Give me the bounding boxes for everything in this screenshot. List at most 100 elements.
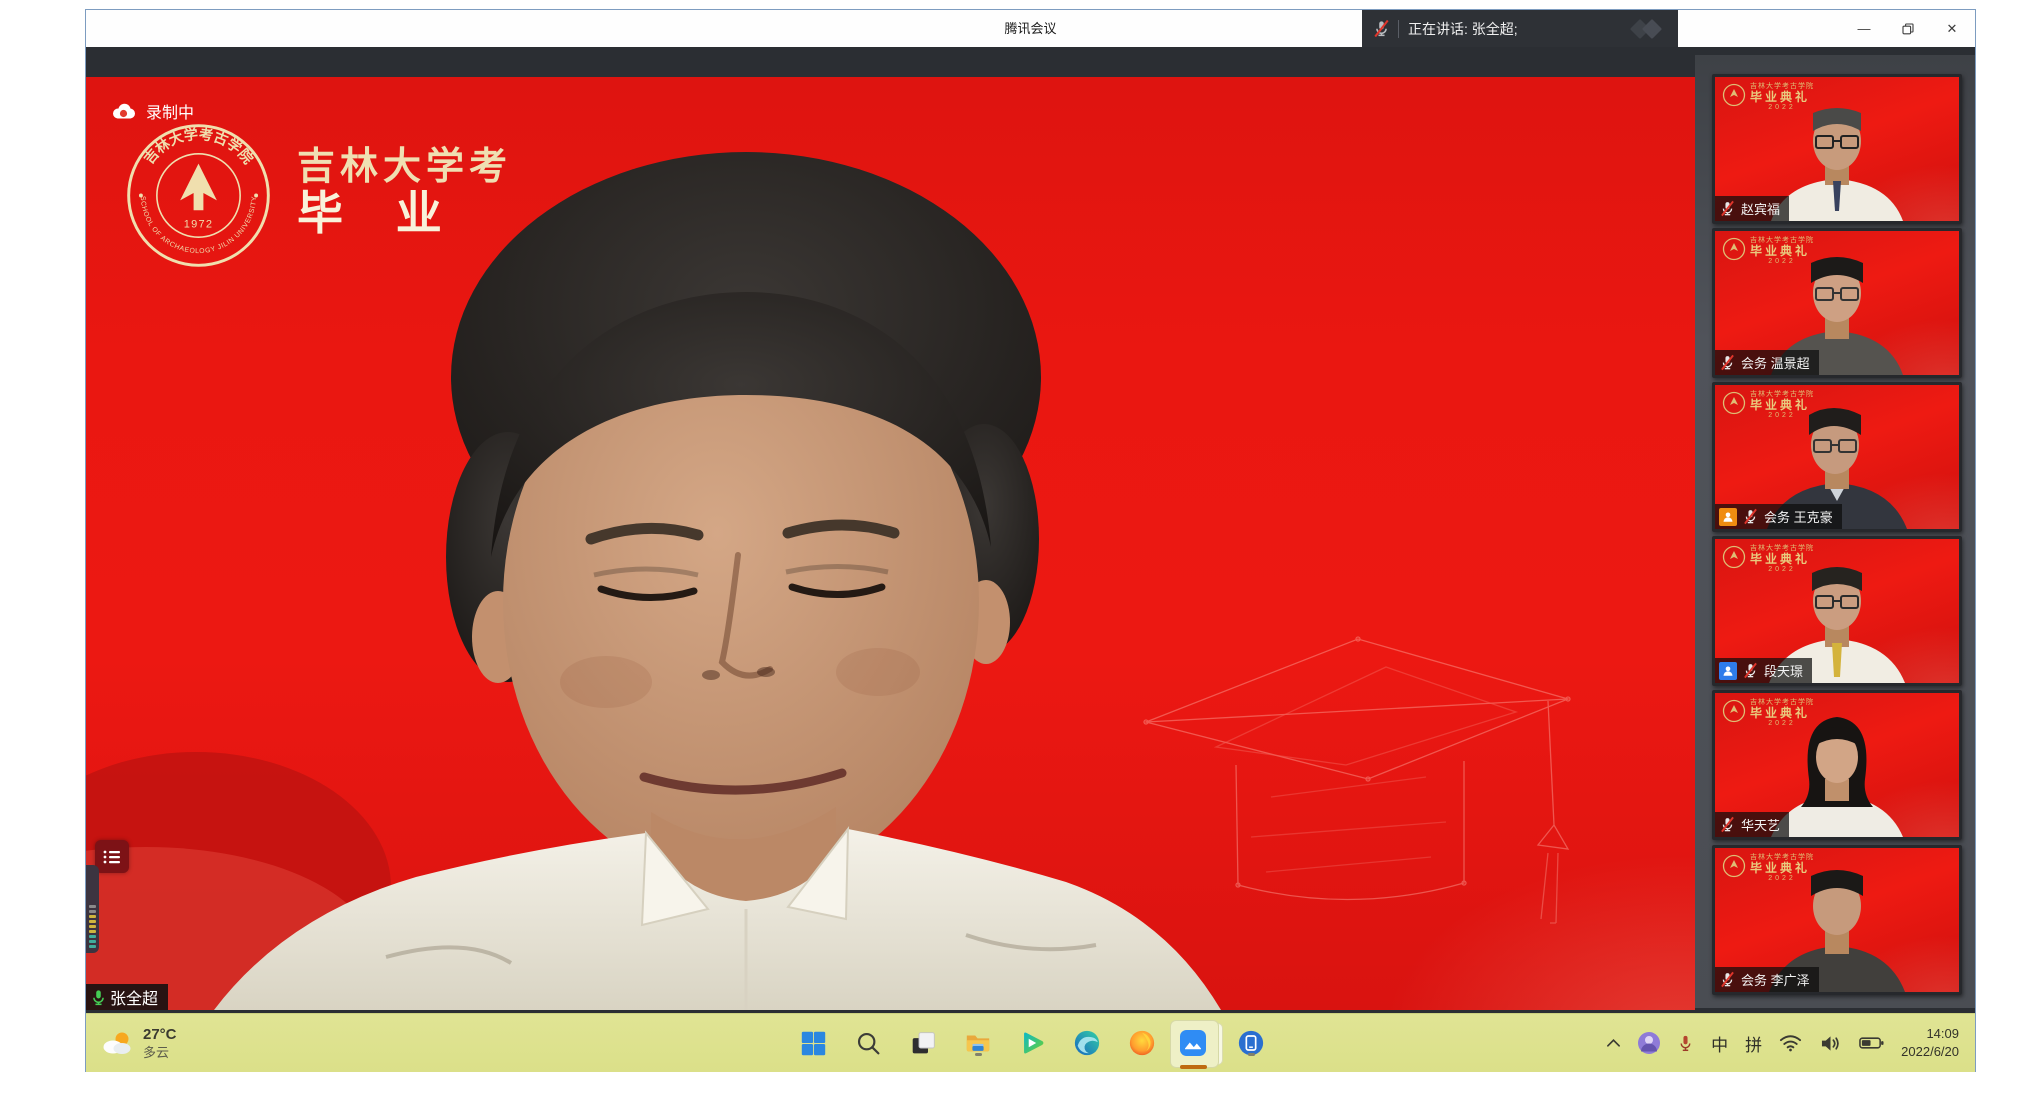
- participant-thumb[interactable]: 吉林大学考古学院 毕业典礼 2022 会务 温景超: [1712, 228, 1962, 378]
- divider: [1398, 20, 1399, 38]
- battery-icon[interactable]: [1859, 1036, 1884, 1050]
- restore-button[interactable]: [1893, 14, 1923, 44]
- weather-widget[interactable]: 27°C 多云: [100, 1014, 177, 1072]
- watermark-year: 2022: [1750, 875, 1814, 883]
- firefox-icon: [1128, 1029, 1156, 1057]
- participant-name: 赵宾福: [1741, 199, 1780, 218]
- search-button[interactable]: [851, 1026, 885, 1060]
- watermark-year: 2022: [1750, 566, 1814, 574]
- ime-language-indicator[interactable]: 中: [1711, 1031, 1728, 1056]
- clock-time: 14:09: [1901, 1025, 1959, 1043]
- watermark-year: 2022: [1750, 258, 1814, 266]
- tencent-meeting-window: 腾讯会议 正在讲话: 张全超; — ✕: [86, 10, 1975, 1071]
- file-explorer-button[interactable]: [961, 1026, 995, 1060]
- mini-seal-icon: [1722, 391, 1746, 415]
- muted-mic-icon: [1719, 354, 1736, 371]
- participant-name-tag: 赵宾福: [1715, 196, 1789, 221]
- tencent-video-icon: [1018, 1029, 1046, 1057]
- tencent-meeting-icon: [1178, 1028, 1208, 1058]
- thumb-event-watermark: 吉林大学考古学院 毕业典礼 2022: [1722, 854, 1814, 883]
- main-video[interactable]: 录制中 吉林大学考古学院 SCHOOL OF ARCHAEOLOGY JILIN…: [86, 77, 1695, 1010]
- edge-browser-button[interactable]: [1070, 1026, 1104, 1060]
- participant-name: 会务 温景超: [1741, 353, 1810, 372]
- muted-mic-icon: [1742, 662, 1759, 679]
- running-indicator: [1248, 1053, 1255, 1056]
- mini-seal-icon: [1722, 237, 1746, 261]
- tencent-meeting-button[interactable]: [1176, 1026, 1210, 1060]
- volume-icon[interactable]: [1819, 1034, 1842, 1053]
- watermark-line2: 毕业典礼: [1750, 862, 1814, 875]
- weather-condition: 多云: [143, 1045, 177, 1061]
- speaking-label: 正在讲话: 张全超;: [1408, 19, 1518, 39]
- participant-name-tag: 会务 温景超: [1715, 350, 1819, 375]
- tray-avatar-icon[interactable]: [1638, 1032, 1660, 1054]
- thumb-event-watermark: 吉林大学考古学院 毕业典礼 2022: [1722, 699, 1814, 728]
- tray-expand-chevron[interactable]: [1606, 1035, 1621, 1051]
- watermark-line2: 毕业典礼: [1750, 553, 1814, 566]
- clock-date: 2022/6/20: [1901, 1043, 1959, 1061]
- participant-name: 华天艺: [1741, 815, 1780, 834]
- participant-name: 会务 王克豪: [1764, 507, 1833, 526]
- start-button[interactable]: [796, 1026, 830, 1060]
- mini-seal-icon: [1722, 699, 1746, 723]
- ime-mode-indicator[interactable]: 拼: [1745, 1031, 1762, 1056]
- windows-taskbar: 27°C 多云: [86, 1013, 1975, 1072]
- graduation-cap-watermark: [1144, 637, 1570, 923]
- muted-mic-icon: [1719, 200, 1736, 217]
- tencent-video-button[interactable]: [1015, 1026, 1049, 1060]
- participant-name: 会务 李广泽: [1741, 970, 1810, 989]
- mic-on-icon: [89, 988, 108, 1007]
- meeting-content: 录制中 吉林大学考古学院 SCHOOL OF ARCHAEOLOGY JILIN…: [86, 47, 1975, 1013]
- minimize-button[interactable]: —: [1849, 14, 1879, 44]
- participant-name-tag: 段天璟: [1715, 658, 1812, 683]
- participant-name: 段天璟: [1764, 661, 1803, 680]
- clock[interactable]: 14:09 2022/6/20: [1901, 1025, 1959, 1060]
- firefox-button[interactable]: [1125, 1026, 1159, 1060]
- restore-icon: [1902, 23, 1914, 35]
- mobile-device-button[interactable]: [1234, 1026, 1268, 1060]
- audio-level-meter: [86, 865, 99, 953]
- participants-sidebar: 吉林大学考古学院 毕业典礼 2022 赵宾福: [1695, 55, 1975, 1008]
- recording-label: 录制中: [146, 99, 194, 123]
- participant-name-tag: 会务 李广泽: [1715, 967, 1819, 992]
- wifi-icon[interactable]: [1779, 1034, 1802, 1052]
- meeting-list-button[interactable]: [95, 840, 129, 873]
- list-icon: [103, 849, 121, 865]
- seal-arrow-emblem: [180, 164, 217, 211]
- participant-name-tag: 华天艺: [1715, 812, 1789, 837]
- watermark-year: 2022: [1750, 412, 1814, 420]
- tencent-meeting-logo-icon: [1616, 16, 1672, 42]
- presenter-badge-icon: [1719, 508, 1737, 526]
- seal-cn-text: 吉林大学考古学院: [141, 126, 257, 167]
- weather-icon: [100, 1029, 134, 1057]
- muted-mic-icon: [1372, 19, 1391, 38]
- participant-name-tag: 会务 王克豪: [1715, 504, 1842, 529]
- seal-year: 1972: [184, 218, 213, 230]
- window-controls: — ✕: [1849, 10, 1967, 47]
- thumb-event-watermark: 吉林大学考古学院 毕业典礼 2022: [1722, 83, 1814, 112]
- title-bar: 腾讯会议 正在讲话: 张全超; — ✕: [86, 10, 1975, 47]
- search-icon: [855, 1030, 882, 1057]
- muted-mic-icon: [1719, 816, 1736, 833]
- participant-thumb[interactable]: 吉林大学考古学院 毕业典礼 2022 会务 王克豪: [1712, 382, 1962, 532]
- muted-mic-icon: [1719, 971, 1736, 988]
- close-button[interactable]: ✕: [1937, 14, 1967, 44]
- task-view-button[interactable]: [906, 1026, 940, 1060]
- tray-mic-icon[interactable]: [1677, 1034, 1694, 1053]
- thumb-event-watermark: 吉林大学考古学院 毕业典礼 2022: [1722, 391, 1814, 420]
- participant-thumb[interactable]: 吉林大学考古学院 毕业典礼 2022 华天艺: [1712, 690, 1962, 840]
- running-indicator: [975, 1053, 982, 1056]
- school-seal-logo: 吉林大学考古学院 SCHOOL OF ARCHAEOLOGY JILIN UNI…: [125, 122, 272, 269]
- mini-seal-icon: [1722, 83, 1746, 107]
- speaker-name-tag: 张全超: [86, 984, 168, 1010]
- participant-thumb[interactable]: 吉林大学考古学院 毕业典礼 2022 段天璟: [1712, 536, 1962, 686]
- recording-indicator: 录制中: [110, 99, 194, 123]
- participant-thumb[interactable]: 吉林大学考古学院 毕业典礼 2022 会务 李广泽: [1712, 845, 1962, 995]
- windows-start-icon: [800, 1030, 827, 1057]
- svg-text:吉林大学考古学院: 吉林大学考古学院: [141, 126, 257, 167]
- mini-seal-icon: [1722, 545, 1746, 569]
- cloud-recording-icon: [110, 102, 137, 121]
- thumb-event-watermark: 吉林大学考古学院 毕业典礼 2022: [1722, 545, 1814, 574]
- watermark-line2: 毕业典礼: [1750, 707, 1814, 720]
- participant-thumb[interactable]: 吉林大学考古学院 毕业典礼 2022 赵宾福: [1712, 74, 1962, 224]
